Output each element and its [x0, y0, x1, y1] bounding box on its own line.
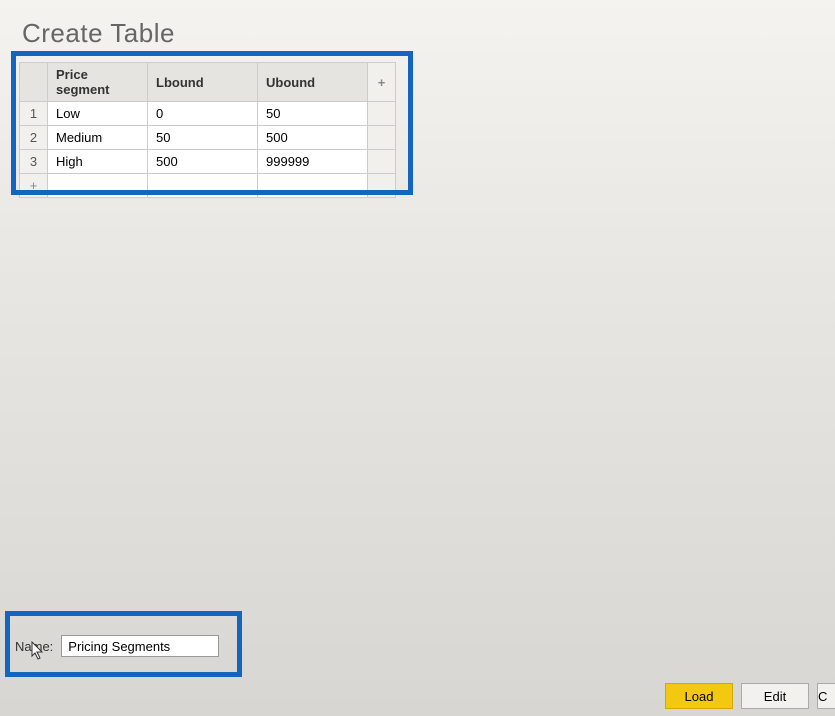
row-number-header	[20, 63, 48, 102]
row-extra-cell	[368, 150, 396, 174]
cancel-button[interactable]: C	[817, 683, 835, 709]
row-number: 3	[20, 150, 48, 174]
cell-ubound[interactable]: 500	[258, 126, 368, 150]
dialog-title: Create Table	[22, 18, 835, 49]
data-entry-table[interactable]: Price segment Lbound Ubound + 1 Low 0 50…	[19, 62, 396, 198]
empty-cell	[368, 174, 396, 198]
edit-button[interactable]: Edit	[741, 683, 809, 709]
add-row-button[interactable]: +	[20, 174, 48, 198]
cell-lbound[interactable]: 500	[148, 150, 258, 174]
empty-cell[interactable]	[148, 174, 258, 198]
row-extra-cell	[368, 102, 396, 126]
cell-segment[interactable]: High	[48, 150, 148, 174]
table-header-row: Price segment Lbound Ubound +	[20, 63, 396, 102]
row-extra-cell	[368, 126, 396, 150]
cell-lbound[interactable]: 50	[148, 126, 258, 150]
add-column-button[interactable]: +	[368, 63, 396, 102]
name-label: Name:	[15, 639, 53, 654]
add-row[interactable]: +	[20, 174, 396, 198]
cell-lbound[interactable]: 0	[148, 102, 258, 126]
column-header-lbound[interactable]: Lbound	[148, 63, 258, 102]
empty-cell[interactable]	[48, 174, 148, 198]
column-header-segment[interactable]: Price segment	[48, 63, 148, 102]
cell-ubound[interactable]: 999999	[258, 150, 368, 174]
dialog-header: Create Table	[0, 0, 835, 50]
row-number: 1	[20, 102, 48, 126]
cell-segment[interactable]: Low	[48, 102, 148, 126]
table-name-input[interactable]	[61, 635, 219, 657]
table-row[interactable]: 1 Low 0 50	[20, 102, 396, 126]
column-header-ubound[interactable]: Ubound	[258, 63, 368, 102]
table-row[interactable]: 3 High 500 999999	[20, 150, 396, 174]
cell-segment[interactable]: Medium	[48, 126, 148, 150]
cell-ubound[interactable]: 50	[258, 102, 368, 126]
empty-cell[interactable]	[258, 174, 368, 198]
dialog-button-bar: Load Edit C	[665, 683, 835, 709]
load-button[interactable]: Load	[665, 683, 733, 709]
row-number: 2	[20, 126, 48, 150]
table-name-field-group: Name:	[15, 635, 219, 657]
table-row[interactable]: 2 Medium 50 500	[20, 126, 396, 150]
